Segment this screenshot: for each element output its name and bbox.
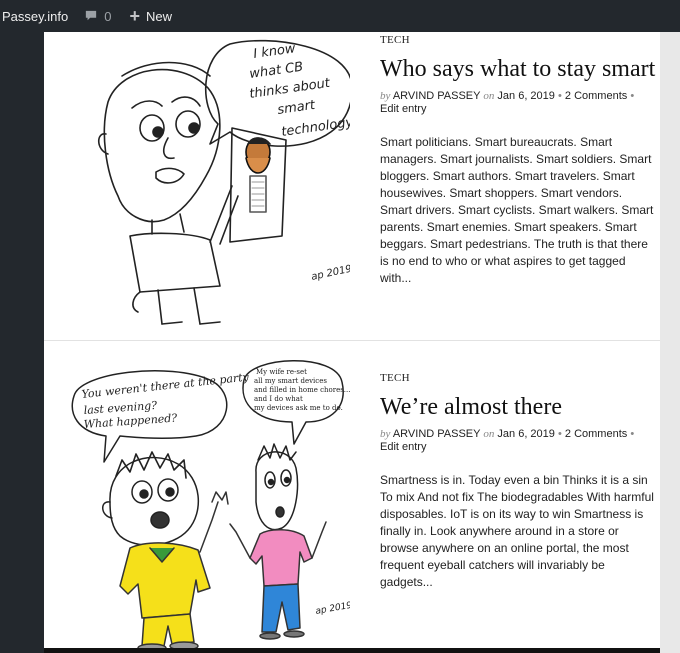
- post-list: I know what CB thinks about smart techno…: [44, 32, 660, 653]
- site-name: Passey.info: [2, 8, 69, 24]
- right-bubble-line-5: my devices ask me to do.: [254, 404, 343, 412]
- admin-bar: Passey.info 0 + New: [0, 0, 680, 32]
- post-title[interactable]: Who says what to stay smart: [380, 56, 656, 82]
- bubble-line-4: smart: [276, 98, 316, 118]
- author-link[interactable]: ARVIND PASSEY: [393, 90, 480, 102]
- post-thumbnail[interactable]: I know what CB thinks about smart techno…: [60, 36, 354, 326]
- meta-separator: •: [557, 90, 562, 102]
- comments-link[interactable]: 2 Comments: [565, 428, 627, 440]
- signature: ap 2019: [310, 264, 350, 283]
- comment-icon: [86, 10, 97, 21]
- post-excerpt: Smart politicians. Smart bureaucrats. Sm…: [380, 135, 654, 285]
- cartoon-illustration: You weren't there at the party last even…: [71, 360, 353, 653]
- right-bubble-line-2: all my smart devices: [254, 377, 327, 385]
- on-label: on: [483, 90, 495, 102]
- meta-separator: •: [630, 90, 635, 102]
- right-bubble-line-1: My wife re-set: [256, 368, 307, 376]
- right-bubble-line-4: and I do what: [254, 395, 303, 403]
- new-content-button[interactable]: + New: [121, 0, 180, 32]
- post-content: TECH Who says what to stay smart by ARVI…: [380, 32, 656, 287]
- post-thumbnail[interactable]: You weren't there at the party last even…: [60, 352, 353, 653]
- site-name-link[interactable]: Passey.info: [0, 0, 78, 32]
- edit-entry-link[interactable]: Edit entry: [380, 103, 426, 115]
- post-item: I know what CB thinks about smart techno…: [44, 32, 660, 340]
- cartoon-illustration: I know what CB thinks about smart techno…: [97, 39, 354, 325]
- bubble-line-5: technology: [280, 115, 350, 140]
- new-label: New: [146, 8, 173, 24]
- plus-icon: +: [129, 6, 140, 26]
- bottom-edge: [44, 648, 660, 653]
- author-link[interactable]: ARVIND PASSEY: [393, 428, 480, 440]
- edit-entry-link[interactable]: Edit entry: [380, 441, 426, 453]
- scrollbar-track[interactable]: [660, 32, 680, 653]
- post-title[interactable]: We’re almost there: [380, 394, 656, 420]
- comments-link[interactable]: 2 Comments: [565, 90, 627, 102]
- left-sidebar-strip: [0, 32, 44, 653]
- date-link[interactable]: Jan 6, 2019: [497, 428, 555, 440]
- by-label: by: [380, 90, 391, 102]
- post-item: You weren't there at the party last even…: [44, 342, 660, 653]
- comments-count: 0: [104, 8, 112, 24]
- signature: ap 2019: [315, 601, 350, 617]
- right-bubble-line-3: and filled in home chores...: [254, 386, 350, 394]
- post-category[interactable]: TECH: [380, 34, 656, 46]
- post-category[interactable]: TECH: [380, 372, 656, 384]
- bubble-line-1: I know: [252, 41, 296, 62]
- bubble-line-2: what CB: [248, 60, 304, 82]
- post-meta: by ARVIND PASSEY on Jan 6, 2019 • 2 Comm…: [380, 90, 656, 116]
- comments-link[interactable]: 0: [78, 0, 121, 32]
- meta-separator: •: [630, 428, 635, 440]
- post-excerpt: Smartness is in. Today even a bin Thinks…: [380, 473, 654, 589]
- meta-separator: •: [557, 428, 562, 440]
- post-meta: by ARVIND PASSEY on Jan 6, 2019 • 2 Comm…: [380, 428, 656, 454]
- on-label: on: [483, 428, 495, 440]
- post-divider: [44, 340, 660, 341]
- post-content: TECH We’re almost there by ARVIND PASSEY…: [380, 370, 656, 591]
- date-link[interactable]: Jan 6, 2019: [497, 90, 555, 102]
- by-label: by: [380, 428, 391, 440]
